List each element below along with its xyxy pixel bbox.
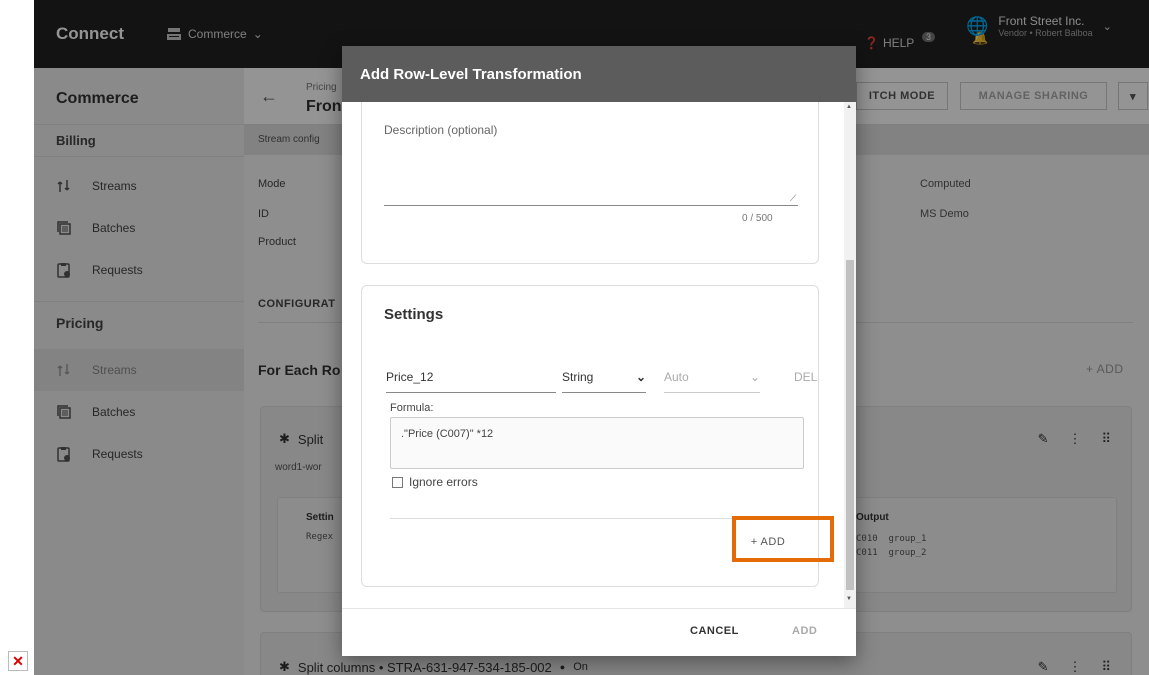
scrollbar-thumb[interactable] [846,260,854,590]
chevron-down-icon: ⌄ [635,370,646,384]
description-panel: Description (optional) ⟋ 0 / 500 [361,102,819,264]
dialog-footer: CANCEL ADD [342,608,856,656]
dialog-body: Description (optional) ⟋ 0 / 500 Setting… [342,102,856,608]
column-type-value: String [562,370,594,384]
add-column-button[interactable]: + ADD [732,526,804,558]
description-field[interactable]: Description (optional) [384,123,497,137]
scroll-down-icon[interactable]: ▼ [846,596,852,602]
description-counter: 0 / 500 [742,213,773,224]
ignore-errors-label: Ignore errors [409,475,478,489]
cancel-button[interactable]: CANCEL [690,625,739,637]
chevron-down-icon: ⌄ [749,370,760,384]
divider [390,518,820,519]
resize-handle-icon[interactable]: ⟋ [790,193,796,204]
scroll-up-icon[interactable]: ▲ [846,104,852,110]
column-name-input[interactable]: Price_12 [386,370,556,393]
description-underline [384,205,798,206]
auto-select[interactable]: Auto ⌄ [664,370,760,393]
add-transformation-dialog: Add Row-Level Transformation Description… [342,46,856,656]
ignore-errors-option[interactable]: Ignore errors [392,475,478,489]
broken-image-icon: ✕ [8,651,28,671]
dialog-scrollbar[interactable]: ▲ ▼ [844,102,856,608]
auto-placeholder: Auto [664,370,689,384]
ignore-errors-checkbox[interactable] [392,476,403,488]
formula-input[interactable]: ."Price (C007)" *12 [390,417,804,469]
settings-title: Settings [384,306,444,323]
delete-button[interactable]: DEL [794,370,817,384]
settings-panel: Settings Price_12 String ⌄ Auto ⌄ DEL Fo… [361,285,820,587]
column-type-select[interactable]: String ⌄ [562,370,646,393]
submit-add-button[interactable]: ADD [792,625,817,637]
dialog-title: Add Row-Level Transformation [342,46,856,102]
app-window: Connect Commerce ⌄ ❓ HELP 🔔 3 🌐 Front St… [34,0,1149,675]
formula-label: Formula: [390,402,434,414]
